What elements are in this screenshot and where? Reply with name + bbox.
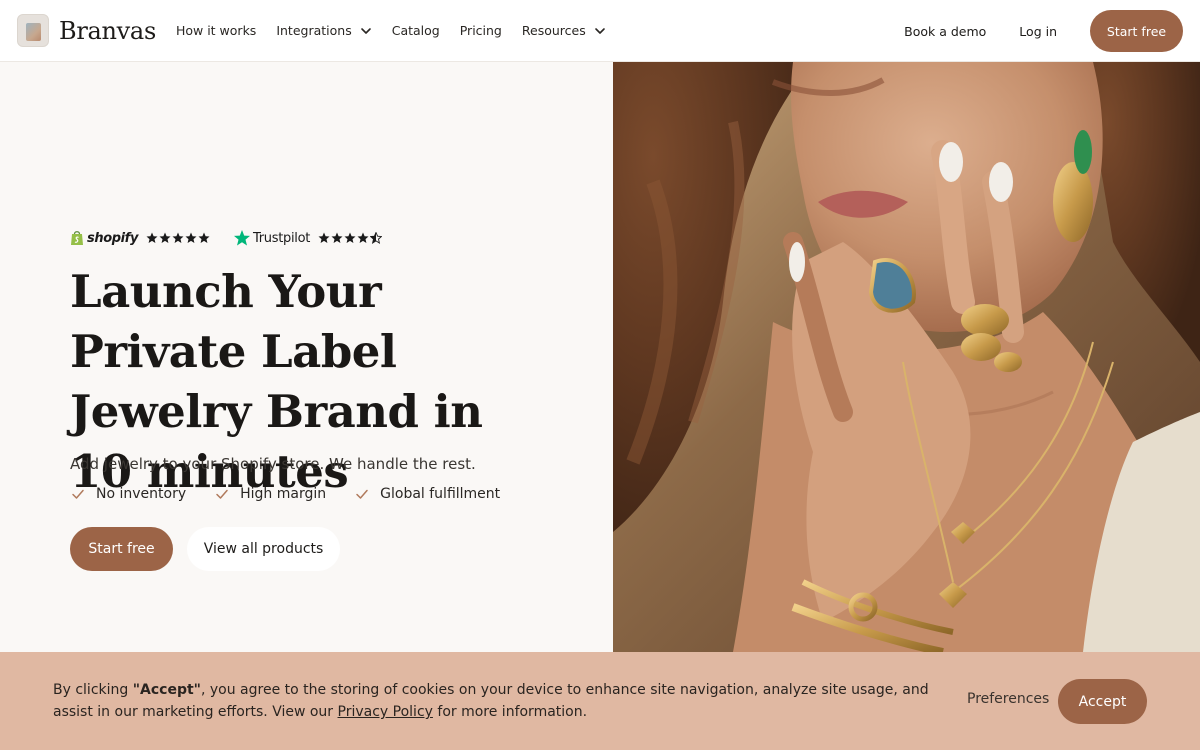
chevron-down-icon — [594, 27, 605, 34]
hero-image — [613, 62, 1200, 652]
star-icon — [357, 232, 369, 243]
cookie-banner: By clicking "Accept", you agree to the s… — [0, 652, 1200, 750]
star-icon — [344, 232, 356, 243]
feature-list: No inventory High margin Global fulfillm… — [70, 486, 528, 502]
feature-label: Global fulfillment — [380, 486, 501, 502]
shopify-bag-icon — [71, 231, 83, 245]
nav-catalog[interactable]: Catalog — [392, 23, 440, 38]
star-icon — [146, 232, 158, 243]
nav-pricing[interactable]: Pricing — [460, 23, 502, 38]
logo-icon — [17, 14, 49, 47]
nav-resources[interactable]: Resources — [522, 23, 606, 38]
chevron-down-icon — [360, 27, 371, 34]
nav-catalog-label: Catalog — [391, 23, 440, 38]
cookie-text-prefix: By clicking — [53, 682, 133, 698]
cookie-text-accept-quote: "Accept" — [132, 682, 201, 698]
check-icon — [216, 489, 228, 499]
star-icon — [185, 232, 197, 243]
feature-item: No inventory — [70, 486, 186, 502]
feature-label: No inventory — [96, 486, 187, 502]
nav-integrations-label: Integrations — [276, 23, 352, 38]
main-nav: How it works Integrations Catalog Pricin… — [176, 23, 626, 38]
model-jewelry-illustration — [613, 62, 1200, 652]
trustpilot-rating: Trustpilot — [233, 229, 383, 247]
nav-how-it-works[interactable]: How it works — [176, 23, 256, 38]
star-icon — [159, 232, 171, 243]
privacy-policy-link[interactable]: Privacy Policy — [338, 704, 433, 720]
brand-name: Branvas — [59, 16, 156, 45]
star-icon — [172, 232, 184, 243]
hero-cta-row: Start free View all products — [70, 527, 340, 571]
start-free-button[interactable]: Start free — [70, 527, 173, 571]
star-icon — [198, 232, 210, 243]
nav-resources-label: Resources — [521, 23, 586, 38]
cookie-accept-button[interactable]: Accept — [1058, 679, 1147, 724]
star-half-icon — [370, 232, 383, 244]
site-header: Branvas How it works Integrations Catalo… — [0, 0, 1200, 62]
book-demo-link[interactable]: Book a demo — [904, 24, 986, 39]
star-icon — [318, 232, 330, 243]
trustpilot-star-icon — [234, 230, 251, 246]
login-link[interactable]: Log in — [1019, 24, 1057, 39]
star-icon — [331, 232, 343, 243]
start-free-header-button[interactable]: Start free — [1090, 10, 1183, 52]
shopify-rating: shopify — [70, 230, 211, 246]
feature-label: High margin — [240, 486, 327, 502]
view-all-products-button[interactable]: View all products — [187, 527, 340, 571]
feature-item: Global fulfillment — [354, 486, 500, 502]
check-icon — [356, 489, 368, 499]
nav-integrations[interactable]: Integrations — [276, 23, 371, 38]
feature-item: High margin — [214, 486, 326, 502]
header-actions: Book a demo Log in Start free — [904, 10, 1183, 52]
nav-pricing-label: Pricing — [459, 23, 502, 38]
hero-subheadline: Add jewelry to your Shopify store. We ha… — [70, 455, 476, 473]
trustpilot-label: Trustpilot — [253, 230, 311, 246]
ratings-row: shopify Trustpilot — [70, 229, 383, 247]
shopify-label: shopify — [87, 230, 139, 246]
nav-how-it-works-label: How it works — [175, 23, 257, 38]
trustpilot-stars — [318, 232, 383, 244]
shopify-stars — [146, 232, 211, 244]
check-icon — [72, 489, 84, 499]
cookie-message: By clicking "Accept", you agree to the s… — [53, 679, 933, 723]
cookie-preferences-button[interactable]: Preferences — [967, 691, 1049, 707]
cookie-text-suffix: for more information. — [432, 704, 588, 720]
brand-logo[interactable]: Branvas — [17, 14, 156, 47]
